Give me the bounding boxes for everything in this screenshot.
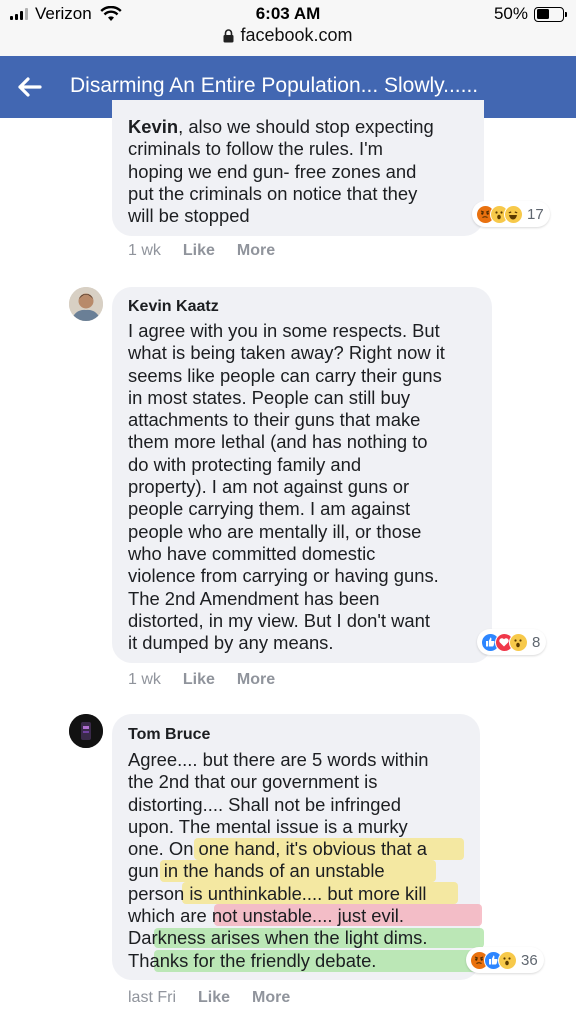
back-arrow-icon[interactable]: [12, 70, 46, 104]
comment-actions: 1 wk Like More: [128, 242, 275, 260]
haha-reaction-icon: [504, 204, 523, 224]
comment-text: Kevin, also we should stop expecting cri…: [128, 116, 434, 227]
more-button[interactable]: More: [237, 242, 275, 260]
comment-author[interactable]: Tom Bruce: [128, 726, 210, 744]
like-button[interactable]: Like: [198, 989, 230, 1007]
status-right: 50%: [493, 4, 567, 24]
comment-bubble: Kevin, also we should stop expecting cri…: [112, 100, 484, 236]
comment-time[interactable]: 1 wk: [128, 671, 161, 689]
wow-reaction-icon: [498, 950, 517, 970]
comment-actions: 1 wk Like More: [128, 671, 275, 689]
comment-time[interactable]: last Fri: [128, 989, 176, 1007]
more-button[interactable]: More: [237, 671, 275, 689]
comment-mention[interactable]: Kevin: [128, 116, 178, 137]
like-button[interactable]: Like: [183, 671, 215, 689]
reaction-summary[interactable]: 17: [472, 201, 550, 227]
reaction-count: 36: [521, 951, 538, 969]
comment-text: I agree with you in some respects. But w…: [128, 320, 445, 654]
lock-icon: [223, 28, 234, 42]
reaction-summary[interactable]: 36: [466, 947, 544, 973]
status-time: 6:03 AM: [255, 4, 321, 23]
comment-bubble: Kevin Kaatz I agree with you in some res…: [112, 287, 492, 663]
avatar[interactable]: [69, 714, 103, 748]
battery-icon: [534, 6, 567, 22]
reaction-count: 17: [527, 205, 544, 223]
more-button[interactable]: More: [252, 989, 290, 1007]
screen: Verizon 6:03 AM 50% facebook.com Disarmi…: [0, 0, 576, 1024]
comment-bubble: Tom Bruce Agree.... but there are 5 word…: [112, 714, 510, 980]
post-title: Disarming An Entire Population... Slowly…: [70, 74, 479, 97]
comment-time[interactable]: 1 wk: [128, 242, 161, 260]
status-bar: Verizon 6:03 AM 50% facebook.com: [0, 0, 576, 56]
comment-text: Agree.... but there are 5 words within t…: [128, 749, 429, 971]
avatar[interactable]: [69, 287, 103, 321]
reaction-count: 8: [532, 633, 541, 651]
comment-actions: last Fri Like More: [128, 989, 290, 1007]
comment-author[interactable]: Kevin Kaatz: [128, 298, 219, 316]
url-text: facebook.com: [240, 25, 353, 45]
battery-percent: 50%: [493, 4, 528, 23]
reaction-summary[interactable]: 8: [477, 629, 547, 655]
url-bar[interactable]: facebook.com: [0, 25, 576, 46]
wow-reaction-icon: [509, 632, 528, 652]
like-button[interactable]: Like: [183, 242, 215, 260]
